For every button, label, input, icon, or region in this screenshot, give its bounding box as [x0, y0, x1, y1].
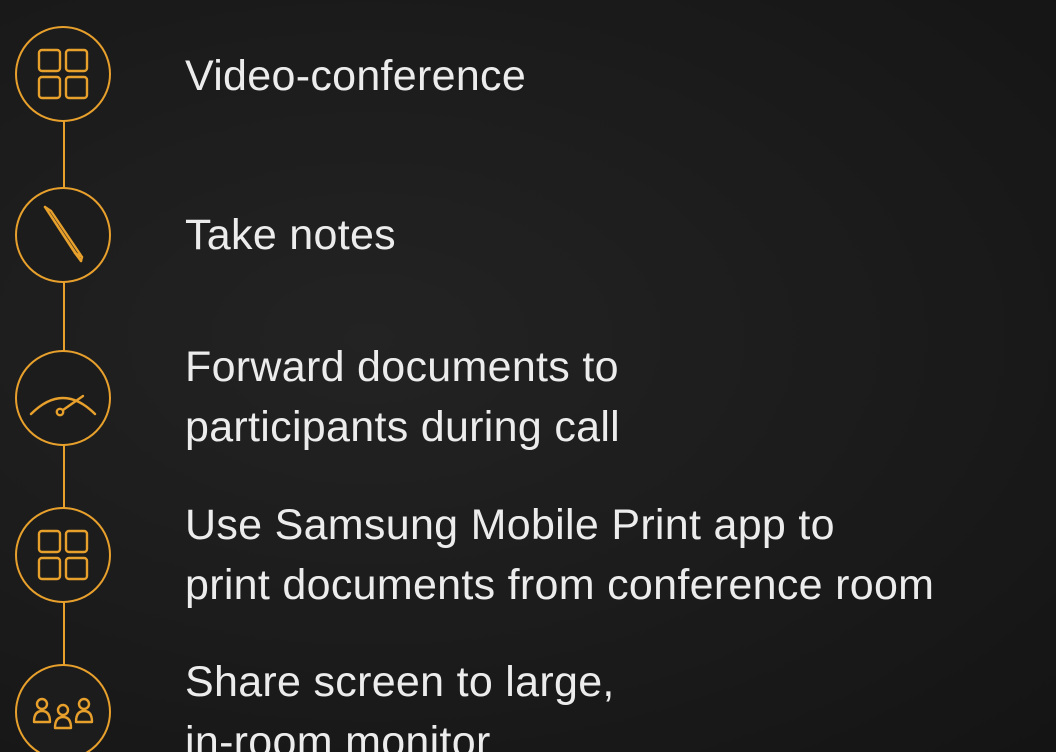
- step-3-label: Forward documents to participants during…: [185, 337, 620, 457]
- step-2-label: Take notes: [185, 205, 396, 265]
- step-2-node: [15, 187, 111, 283]
- gauge-icon: [29, 394, 97, 417]
- step-3-line-1: Forward documents to: [185, 343, 619, 391]
- grid-icon: [37, 48, 89, 100]
- feature-timeline: Video-conference Take notes Forward docu…: [0, 0, 1056, 752]
- step-5-node: [15, 664, 111, 752]
- step-5-line-2: in-room monitor: [185, 718, 491, 752]
- group-icon: [32, 697, 94, 730]
- step-5-line-1: Share screen to large,: [185, 658, 615, 706]
- step-5-label: Share screen to large, in-room monitor: [185, 652, 615, 752]
- step-4-node: [15, 507, 111, 603]
- step-4-line-1: Use Samsung Mobile Print app to: [185, 501, 835, 549]
- pen-icon: [43, 205, 84, 263]
- step-1-label: Video-conference: [185, 46, 526, 106]
- grid-icon: [37, 529, 89, 581]
- step-3-line-2: participants during call: [185, 403, 621, 451]
- step-1-node: [15, 26, 111, 122]
- step-4-label: Use Samsung Mobile Print app to print do…: [185, 495, 934, 615]
- step-3-node: [15, 350, 111, 446]
- step-1-line-1: Video-conference: [185, 52, 527, 100]
- step-4-line-2: print documents from conference room: [185, 561, 935, 609]
- step-2-line-1: Take notes: [185, 211, 396, 259]
